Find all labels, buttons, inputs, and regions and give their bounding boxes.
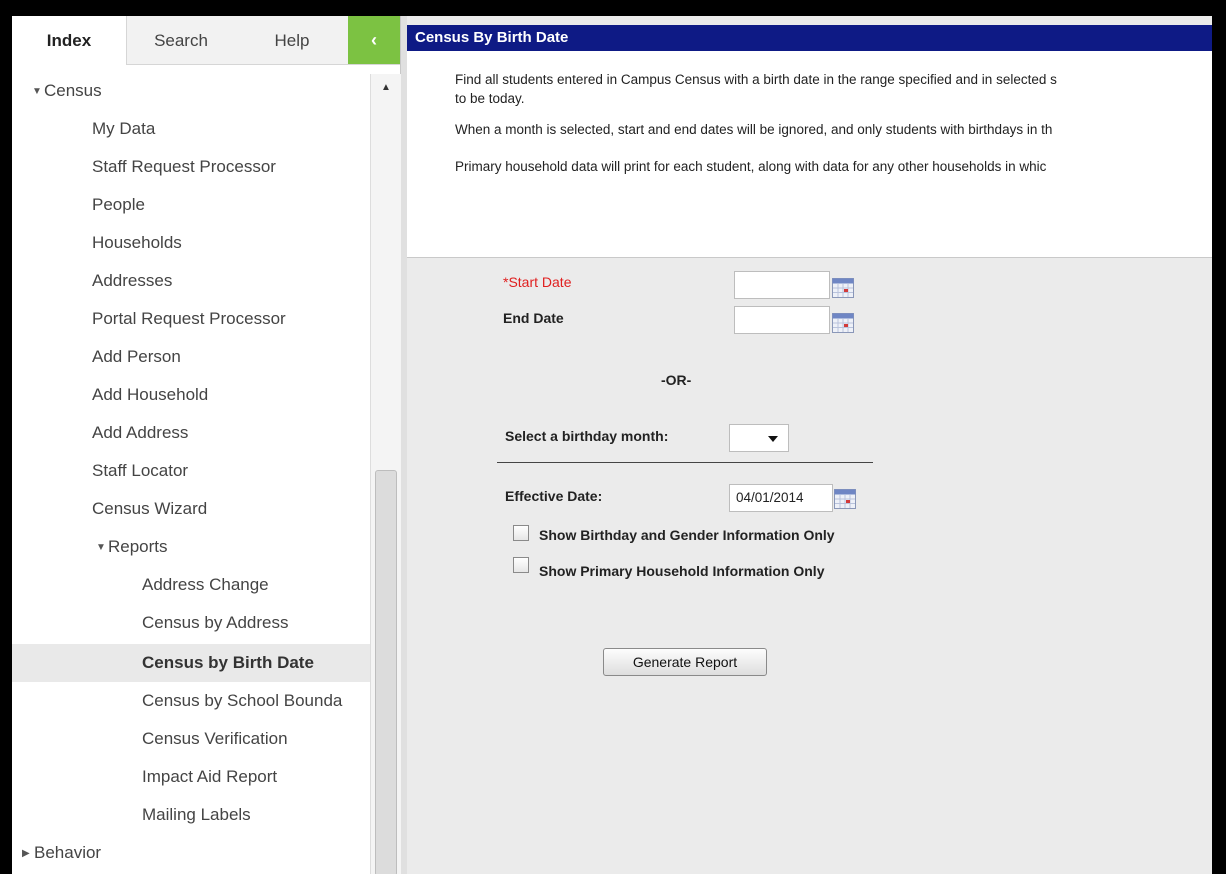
- chevron-down-icon: [768, 436, 778, 442]
- scroll-up-arrow-icon[interactable]: ▲: [371, 74, 401, 102]
- page-title: Census By Birth Date: [407, 25, 1212, 51]
- tree-item-mailing-labels[interactable]: Mailing Labels: [12, 796, 370, 834]
- description-line: Find all students entered in Campus Cens…: [455, 72, 1057, 87]
- start-date-input[interactable]: [734, 271, 830, 299]
- generate-report-button[interactable]: Generate Report: [603, 648, 767, 676]
- tree-item-staff-request-processor[interactable]: Staff Request Processor: [92, 148, 370, 186]
- tree-item-address-change[interactable]: Address Change: [12, 566, 370, 604]
- tree-folder-label: Census: [44, 81, 102, 100]
- divider: [497, 462, 873, 463]
- tree-item-impact-aid-report[interactable]: Impact Aid Report: [12, 758, 370, 796]
- tree-item-staff-locator[interactable]: Staff Locator: [92, 452, 370, 490]
- calendar-icon[interactable]: [834, 489, 856, 509]
- tree-item-census-by-address[interactable]: Census by Address: [12, 604, 370, 642]
- tree-item-people[interactable]: People: [92, 186, 370, 224]
- tree-item-census-wizard[interactable]: Census Wizard: [92, 490, 370, 528]
- tab-help[interactable]: Help: [236, 16, 348, 64]
- collapse-panel-button[interactable]: ‹: [348, 16, 400, 64]
- tree-item-add-person[interactable]: Add Person: [92, 338, 370, 376]
- tree-item-my-data[interactable]: My Data: [92, 110, 370, 148]
- tree-item-addresses[interactable]: Addresses: [92, 262, 370, 300]
- tree-item-census-verification[interactable]: Census Verification: [12, 720, 370, 758]
- birthday-gender-only-checkbox[interactable]: [513, 525, 529, 541]
- tree-folder-reports[interactable]: ▼ Reports: [96, 528, 370, 566]
- birthday-month-label: Select a birthday month:: [505, 428, 669, 444]
- tree-item-add-address[interactable]: Add Address: [92, 414, 370, 452]
- app-frame: Index Search Help ‹ ▼ Census My Data Staf…: [12, 16, 1212, 874]
- tree-item-households[interactable]: Households: [92, 224, 370, 262]
- tree-item-census-by-school-boundary[interactable]: Census by School Bounda: [12, 682, 370, 720]
- tree-scrollbar[interactable]: ▲: [370, 74, 401, 874]
- start-date-label: *Start Date: [503, 274, 572, 290]
- end-date-input[interactable]: [734, 306, 830, 334]
- primary-household-only-checkbox[interactable]: [513, 557, 529, 573]
- end-date-label: End Date: [503, 310, 564, 326]
- tree-item-census-by-birth-date[interactable]: Census by Birth Date: [12, 644, 370, 682]
- tab-index[interactable]: Index: [12, 16, 127, 65]
- primary-household-only-label: Show Primary Household Information Only: [539, 563, 825, 579]
- description-line: Primary household data will print for ea…: [455, 159, 1047, 174]
- tree-folder-label: Reports: [108, 537, 168, 556]
- tree-folder-label: Behavior: [34, 843, 102, 862]
- left-navigation: Index Search Help ‹ ▼ Census My Data Staf…: [12, 16, 401, 874]
- nav-tabs: Index Search Help ‹: [12, 16, 400, 65]
- calendar-icon[interactable]: [832, 313, 854, 333]
- report-panel: Census By Birth Date Find all students e…: [401, 16, 1212, 874]
- tab-search[interactable]: Search: [126, 16, 236, 64]
- caret-down-icon: ▼: [96, 542, 106, 553]
- caret-down-icon: ▼: [32, 86, 42, 97]
- calendar-icon[interactable]: [832, 278, 854, 298]
- chevron-left-icon: ‹: [371, 30, 377, 50]
- tree-item-portal-request-processor[interactable]: Portal Request Processor: [92, 300, 370, 338]
- effective-date-input[interactable]: 04/01/2014: [729, 484, 833, 512]
- tree-folder-census[interactable]: ▼ Census: [32, 72, 370, 110]
- description-line: to be today.: [455, 91, 525, 106]
- or-separator: -OR-: [661, 372, 692, 388]
- report-description: Find all students entered in Campus Cens…: [407, 51, 1212, 258]
- index-tree: ▼ Census My Data Staff Request Processor …: [12, 70, 370, 874]
- description-line: When a month is selected, start and end …: [455, 122, 1053, 137]
- birthday-month-select[interactable]: [729, 424, 789, 452]
- birthday-gender-only-label: Show Birthday and Gender Information Onl…: [539, 527, 835, 543]
- tree-folder-behavior[interactable]: ▶ Behavior: [22, 834, 370, 872]
- caret-right-icon: ▶: [22, 848, 30, 859]
- scrollbar-thumb[interactable]: [375, 470, 397, 874]
- effective-date-label: Effective Date:: [505, 488, 603, 504]
- tree-item-add-household[interactable]: Add Household: [92, 376, 370, 414]
